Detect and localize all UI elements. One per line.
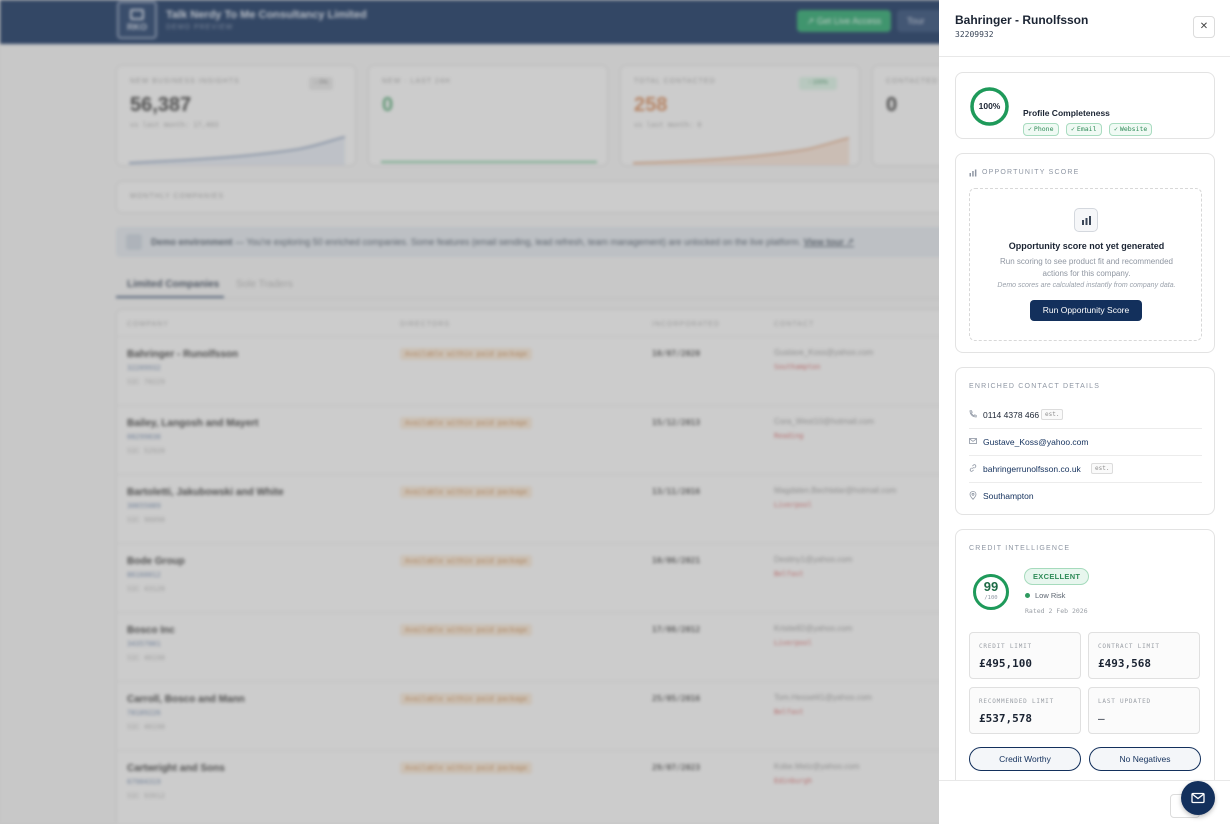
credit-intelligence-card: CREDIT INTELLIGENCE 99 /100 EXCELLENT Lo… [955, 529, 1215, 793]
phone-icon [969, 410, 977, 418]
link-icon [969, 464, 977, 472]
risk-status-dot [1025, 593, 1030, 598]
completeness-label: Profile Completeness [1023, 108, 1110, 118]
opportunity-score-card: OPPORTUNITY SCORE Opportunity score not … [955, 153, 1215, 353]
credit-score-value: 99 [983, 579, 999, 594]
opportunity-empty-state: Opportunity score not yet generated Run … [969, 188, 1202, 341]
enriched-contact-card: ENRICHED CONTACT DETAILS 0114 4378 466 e… [955, 367, 1215, 515]
contact-website-row: bahringerrunolfsson.co.uk est. [969, 456, 1202, 483]
contact-fab-button[interactable] [1181, 781, 1215, 815]
opportunity-heading: Opportunity score not yet generated [1008, 241, 1165, 251]
contract-limit-value: £493,568 [1098, 657, 1151, 670]
panel-header: Bahringer - Runolfsson 32209932 ✕ [939, 0, 1230, 57]
close-icon: ✕ [1199, 21, 1209, 32]
opportunity-note: Demo scores are calculated instantly fro… [997, 282, 1176, 289]
recommended-limit-value: £537,578 [979, 712, 1032, 725]
credit-rating-badge: EXCELLENT [1024, 568, 1090, 585]
chart-icon [1074, 208, 1098, 232]
credit-score-max: /100 [984, 595, 998, 601]
mail-icon [1191, 792, 1205, 804]
phone-estimated-tag: est. [1041, 409, 1064, 420]
credit-limit-value: £495,100 [979, 657, 1032, 670]
bar-chart-icon [969, 169, 977, 177]
opportunity-description: Run scoring to see product fit and recom… [1000, 257, 1173, 278]
completeness-value: 100% [978, 101, 1001, 111]
chip-phone: ✓ Phone [1023, 123, 1059, 136]
recommended-limit-tile: RECOMMENDED LIMIT £537,578 [969, 687, 1081, 734]
panel-title: Bahringer - Runolfsson [955, 13, 1089, 27]
close-button[interactable]: ✕ [1193, 16, 1215, 38]
chip-email: ✓ Email [1066, 123, 1102, 136]
credit-section-title: CREDIT INTELLIGENCE [969, 545, 1071, 552]
run-opportunity-score-button[interactable]: Run Opportunity Score [1030, 300, 1142, 321]
risk-label: Low Risk [1035, 591, 1066, 600]
mail-icon [969, 438, 977, 444]
location-pin-icon [969, 491, 977, 500]
profile-completeness-card: 100% Profile Completeness ✓ Phone ✓ Email … [955, 72, 1215, 139]
rated-date: Rated 2 Feb 2026 [1025, 607, 1088, 615]
company-number: 32209932 [955, 30, 994, 39]
website-estimated-tag: est. [1091, 463, 1114, 474]
contact-website-link[interactable]: bahringerrunolfsson.co.uk [983, 464, 1081, 474]
contact-location-row: Southampton [969, 483, 1202, 510]
chip-website: ✓ Website [1109, 123, 1153, 136]
modal-backdrop[interactable] [0, 0, 939, 824]
last-updated-tile: LAST UPDATED – [1088, 687, 1200, 734]
opportunity-section-title: OPPORTUNITY SCORE [982, 169, 1080, 176]
contact-section-title: ENRICHED CONTACT DETAILS [969, 383, 1101, 390]
no-negatives-button[interactable]: No Negatives [1089, 747, 1201, 771]
contact-email-row: Gustave_Koss@yahoo.com [969, 429, 1202, 456]
contact-email-link[interactable]: Gustave_Koss@yahoo.com [983, 437, 1089, 447]
company-detail-panel: Bahringer - Runolfsson 32209932 ✕ 100% P… [939, 0, 1230, 824]
last-updated-value: – [1098, 712, 1105, 725]
contact-location: Southampton [983, 491, 1034, 501]
credit-limit-tile: CREDIT LIMIT £495,100 [969, 632, 1081, 679]
contact-phone[interactable]: 0114 4378 466 [983, 410, 1039, 420]
contact-phone-row: 0114 4378 466 est. [969, 402, 1202, 429]
credit-worthy-button[interactable]: Credit Worthy [969, 747, 1081, 771]
contract-limit-tile: CONTRACT LIMIT £493,568 [1088, 632, 1200, 679]
